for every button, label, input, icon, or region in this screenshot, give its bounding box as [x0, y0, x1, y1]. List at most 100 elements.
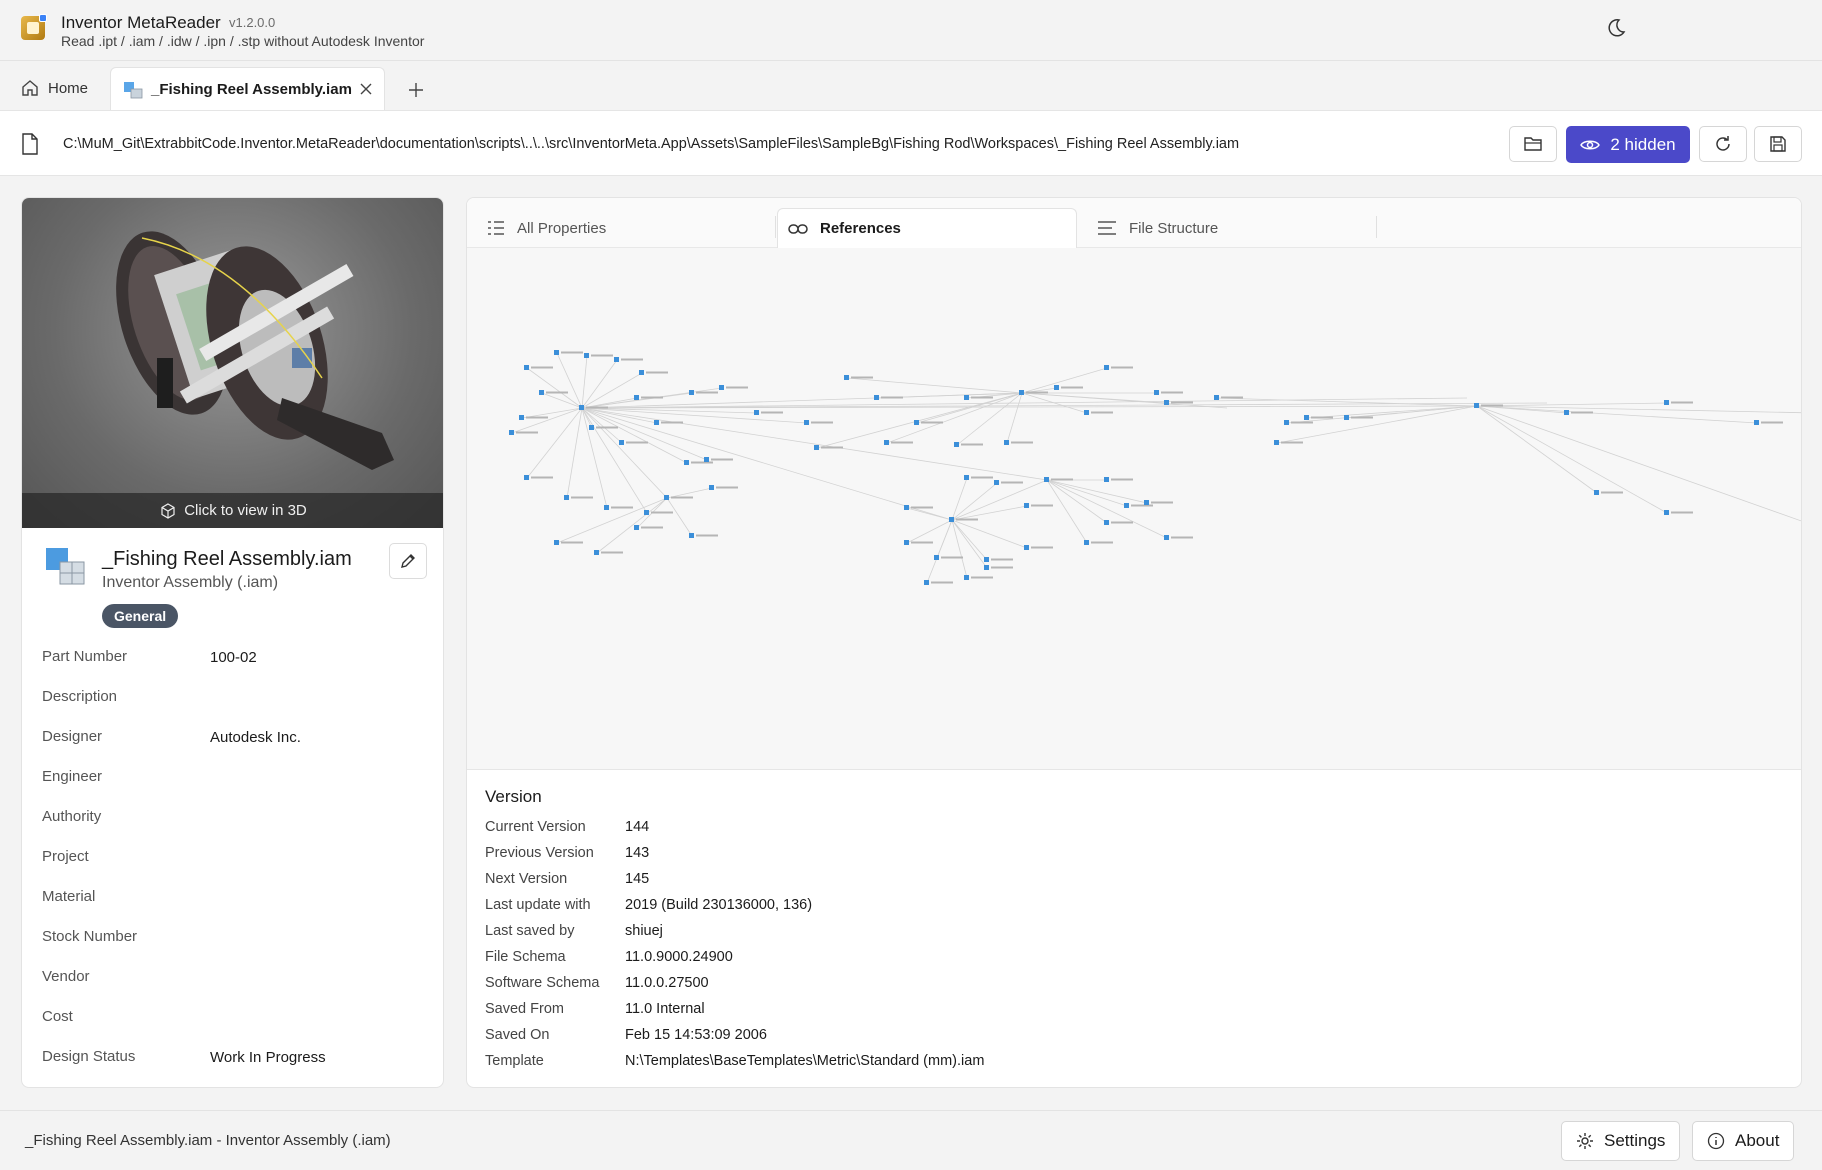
graph-node[interactable]: [594, 550, 623, 555]
graph-node[interactable]: [1104, 520, 1133, 525]
graph-node[interactable]: [1144, 500, 1173, 505]
graph-node[interactable]: [1084, 410, 1113, 415]
hidden-count-label: 2 hidden: [1610, 134, 1676, 154]
graph-node[interactable]: [1104, 365, 1133, 370]
graph-node[interactable]: [754, 410, 783, 415]
cube-icon: [161, 502, 175, 519]
hidden-toggle-button[interactable]: 2 hidden: [1566, 126, 1690, 163]
graph-node[interactable]: [1164, 535, 1193, 540]
eye-icon: [1580, 140, 1601, 149]
model-thumbnail[interactable]: [22, 198, 443, 528]
graph-edge: [1021, 367, 1108, 394]
graph-node[interactable]: [584, 353, 613, 358]
graph-node[interactable]: [1044, 477, 1073, 482]
graph-node[interactable]: [804, 420, 833, 425]
graph-node[interactable]: [654, 420, 683, 425]
graph-node[interactable]: [554, 540, 583, 545]
graph-node[interactable]: [1564, 410, 1593, 415]
graph-edge: [846, 377, 1023, 394]
graph-node[interactable]: [639, 370, 668, 375]
property-label: Project: [42, 848, 89, 865]
graph-node[interactable]: [524, 365, 553, 370]
open-folder-button[interactable]: [1509, 126, 1557, 162]
property-list: Part Number 100-02 Description Designer Auto…: [42, 642, 432, 1082]
graph-node[interactable]: [634, 525, 663, 530]
graph-node[interactable]: [644, 510, 673, 515]
graph-node[interactable]: [994, 480, 1023, 485]
graph-node[interactable]: [954, 442, 983, 447]
property-label: Description: [42, 688, 118, 705]
graph-node[interactable]: [904, 540, 933, 545]
graph-node[interactable]: [964, 475, 993, 480]
graph-edge: [956, 392, 1023, 446]
refresh-button[interactable]: [1699, 126, 1747, 162]
graph-node[interactable]: [1004, 440, 1033, 445]
version-label: Saved From: [485, 1001, 564, 1017]
tab-file-structure[interactable]: File Structure: [1087, 208, 1367, 248]
graph-node[interactable]: [1024, 503, 1053, 508]
tab-document[interactable]: _Fishing Reel Assembly.iam: [110, 67, 385, 111]
version-value: 144: [625, 819, 650, 835]
edit-properties-button[interactable]: [389, 543, 427, 579]
reference-graph[interactable]: [467, 248, 1801, 770]
graph-node[interactable]: [689, 533, 718, 538]
graph-node[interactable]: [884, 440, 913, 445]
graph-node[interactable]: [704, 457, 733, 462]
document-name: _Fishing Reel Assembly.iam: [102, 548, 352, 570]
tab-home[interactable]: Home: [20, 73, 88, 103]
home-icon: [22, 80, 38, 96]
settings-button[interactable]: Settings: [1561, 1121, 1681, 1161]
title-bar: Inventor MetaReader v1.2.0.0 Read .ipt /…: [0, 0, 1822, 60]
graph-node[interactable]: [1214, 395, 1243, 400]
view-3d-button[interactable]: Click to view in 3D: [22, 493, 443, 528]
graph-node[interactable]: [934, 555, 963, 560]
graph-node[interactable]: [1664, 400, 1693, 405]
graph-node[interactable]: [554, 350, 583, 355]
graph-node[interactable]: [719, 385, 748, 390]
graph-node[interactable]: [564, 495, 593, 500]
graph-node[interactable]: [1024, 545, 1053, 550]
graph-node[interactable]: [1084, 540, 1113, 545]
graph-node[interactable]: [1754, 420, 1783, 425]
tab-all-properties-label: All Properties: [517, 219, 607, 237]
graph-node[interactable]: [1104, 477, 1133, 482]
graph-node[interactable]: [924, 580, 953, 585]
version-value: 2019 (Build 230136000, 136): [625, 897, 813, 913]
graph-node[interactable]: [1664, 510, 1693, 515]
graph-node[interactable]: [904, 505, 933, 510]
graph-edge: [581, 355, 588, 409]
graph-edge: [951, 505, 1028, 521]
pencil-icon: [401, 554, 415, 568]
graph-node[interactable]: [604, 505, 633, 510]
about-button[interactable]: About: [1692, 1121, 1795, 1161]
plus-icon[interactable]: [405, 79, 427, 101]
tab-references[interactable]: References: [777, 208, 1077, 248]
tab-file-structure-label: File Structure: [1129, 219, 1219, 237]
graph-node[interactable]: [524, 475, 553, 480]
version-value: N:\Templates\BaseTemplates\Metric\Standa…: [625, 1053, 985, 1069]
property-value: Autodesk Inc.: [210, 729, 301, 746]
moon-icon[interactable]: [1604, 16, 1628, 40]
close-icon[interactable]: [355, 78, 377, 100]
graph-node[interactable]: [984, 565, 1013, 570]
graph-node[interactable]: [984, 557, 1013, 562]
graph-node[interactable]: [1054, 385, 1083, 390]
tab-all-properties[interactable]: All Properties: [487, 208, 767, 248]
graph-node[interactable]: [589, 425, 618, 430]
lines-icon: [1098, 221, 1116, 235]
graph-edge: [1046, 479, 1148, 504]
graph-node[interactable]: [1154, 390, 1183, 395]
version-label: Saved On: [485, 1027, 550, 1043]
graph-node[interactable]: [964, 575, 993, 580]
graph-node[interactable]: [874, 395, 903, 400]
graph-node[interactable]: [709, 485, 738, 490]
save-button[interactable]: [1754, 126, 1802, 162]
graph-node[interactable]: [614, 357, 643, 362]
property-row: Stock Number: [42, 922, 432, 962]
graph-node[interactable]: [509, 430, 538, 435]
property-row: Design Status Work In Progress: [42, 1042, 432, 1082]
graph-node[interactable]: [1594, 490, 1623, 495]
graph-node[interactable]: [814, 445, 843, 450]
property-row: Engineer: [42, 762, 432, 802]
graph-node[interactable]: [619, 440, 648, 445]
